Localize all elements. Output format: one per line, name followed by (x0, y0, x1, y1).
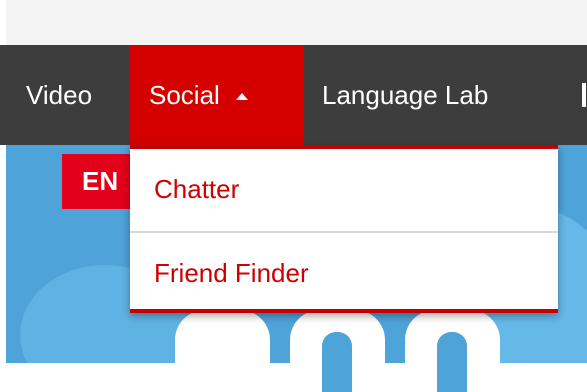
nav-item-next-stub (582, 83, 586, 107)
hero-letter-shape (405, 310, 500, 392)
hero-letter-shape (290, 310, 385, 392)
nav-item-language-lab-label: Language Lab (322, 79, 489, 110)
nav-item-social-label: Social (149, 79, 220, 110)
main-navbar: Video Social Language Lab (0, 45, 587, 145)
top-strip (0, 0, 587, 45)
dropdown-item-friend-finder-label: Friend Finder (154, 257, 309, 288)
nav-item-social[interactable]: Social (130, 45, 304, 145)
hero-letter-hole (322, 332, 352, 392)
language-badge-label: EN (82, 166, 119, 196)
nav-item-video-label: Video (26, 79, 93, 110)
caret-up-icon (235, 92, 248, 100)
hero-left-edge (0, 145, 6, 363)
nav-item-video[interactable]: Video (26, 45, 92, 145)
hero-letter-shape (175, 310, 270, 390)
social-dropdown-menu: Chatter Friend Finder (130, 145, 558, 313)
dropdown-item-chatter-label: Chatter (154, 173, 240, 204)
nav-item-language-lab[interactable]: Language Lab (322, 45, 488, 145)
nav-item-next-partial[interactable] (578, 45, 587, 145)
dropdown-item-chatter[interactable]: Chatter (130, 149, 558, 229)
top-strip-edge (0, 0, 6, 45)
hero-letter-hole (437, 332, 467, 392)
hero-graphic-lettering (175, 310, 587, 392)
dropdown-item-friend-finder[interactable]: Friend Finder (130, 233, 558, 313)
